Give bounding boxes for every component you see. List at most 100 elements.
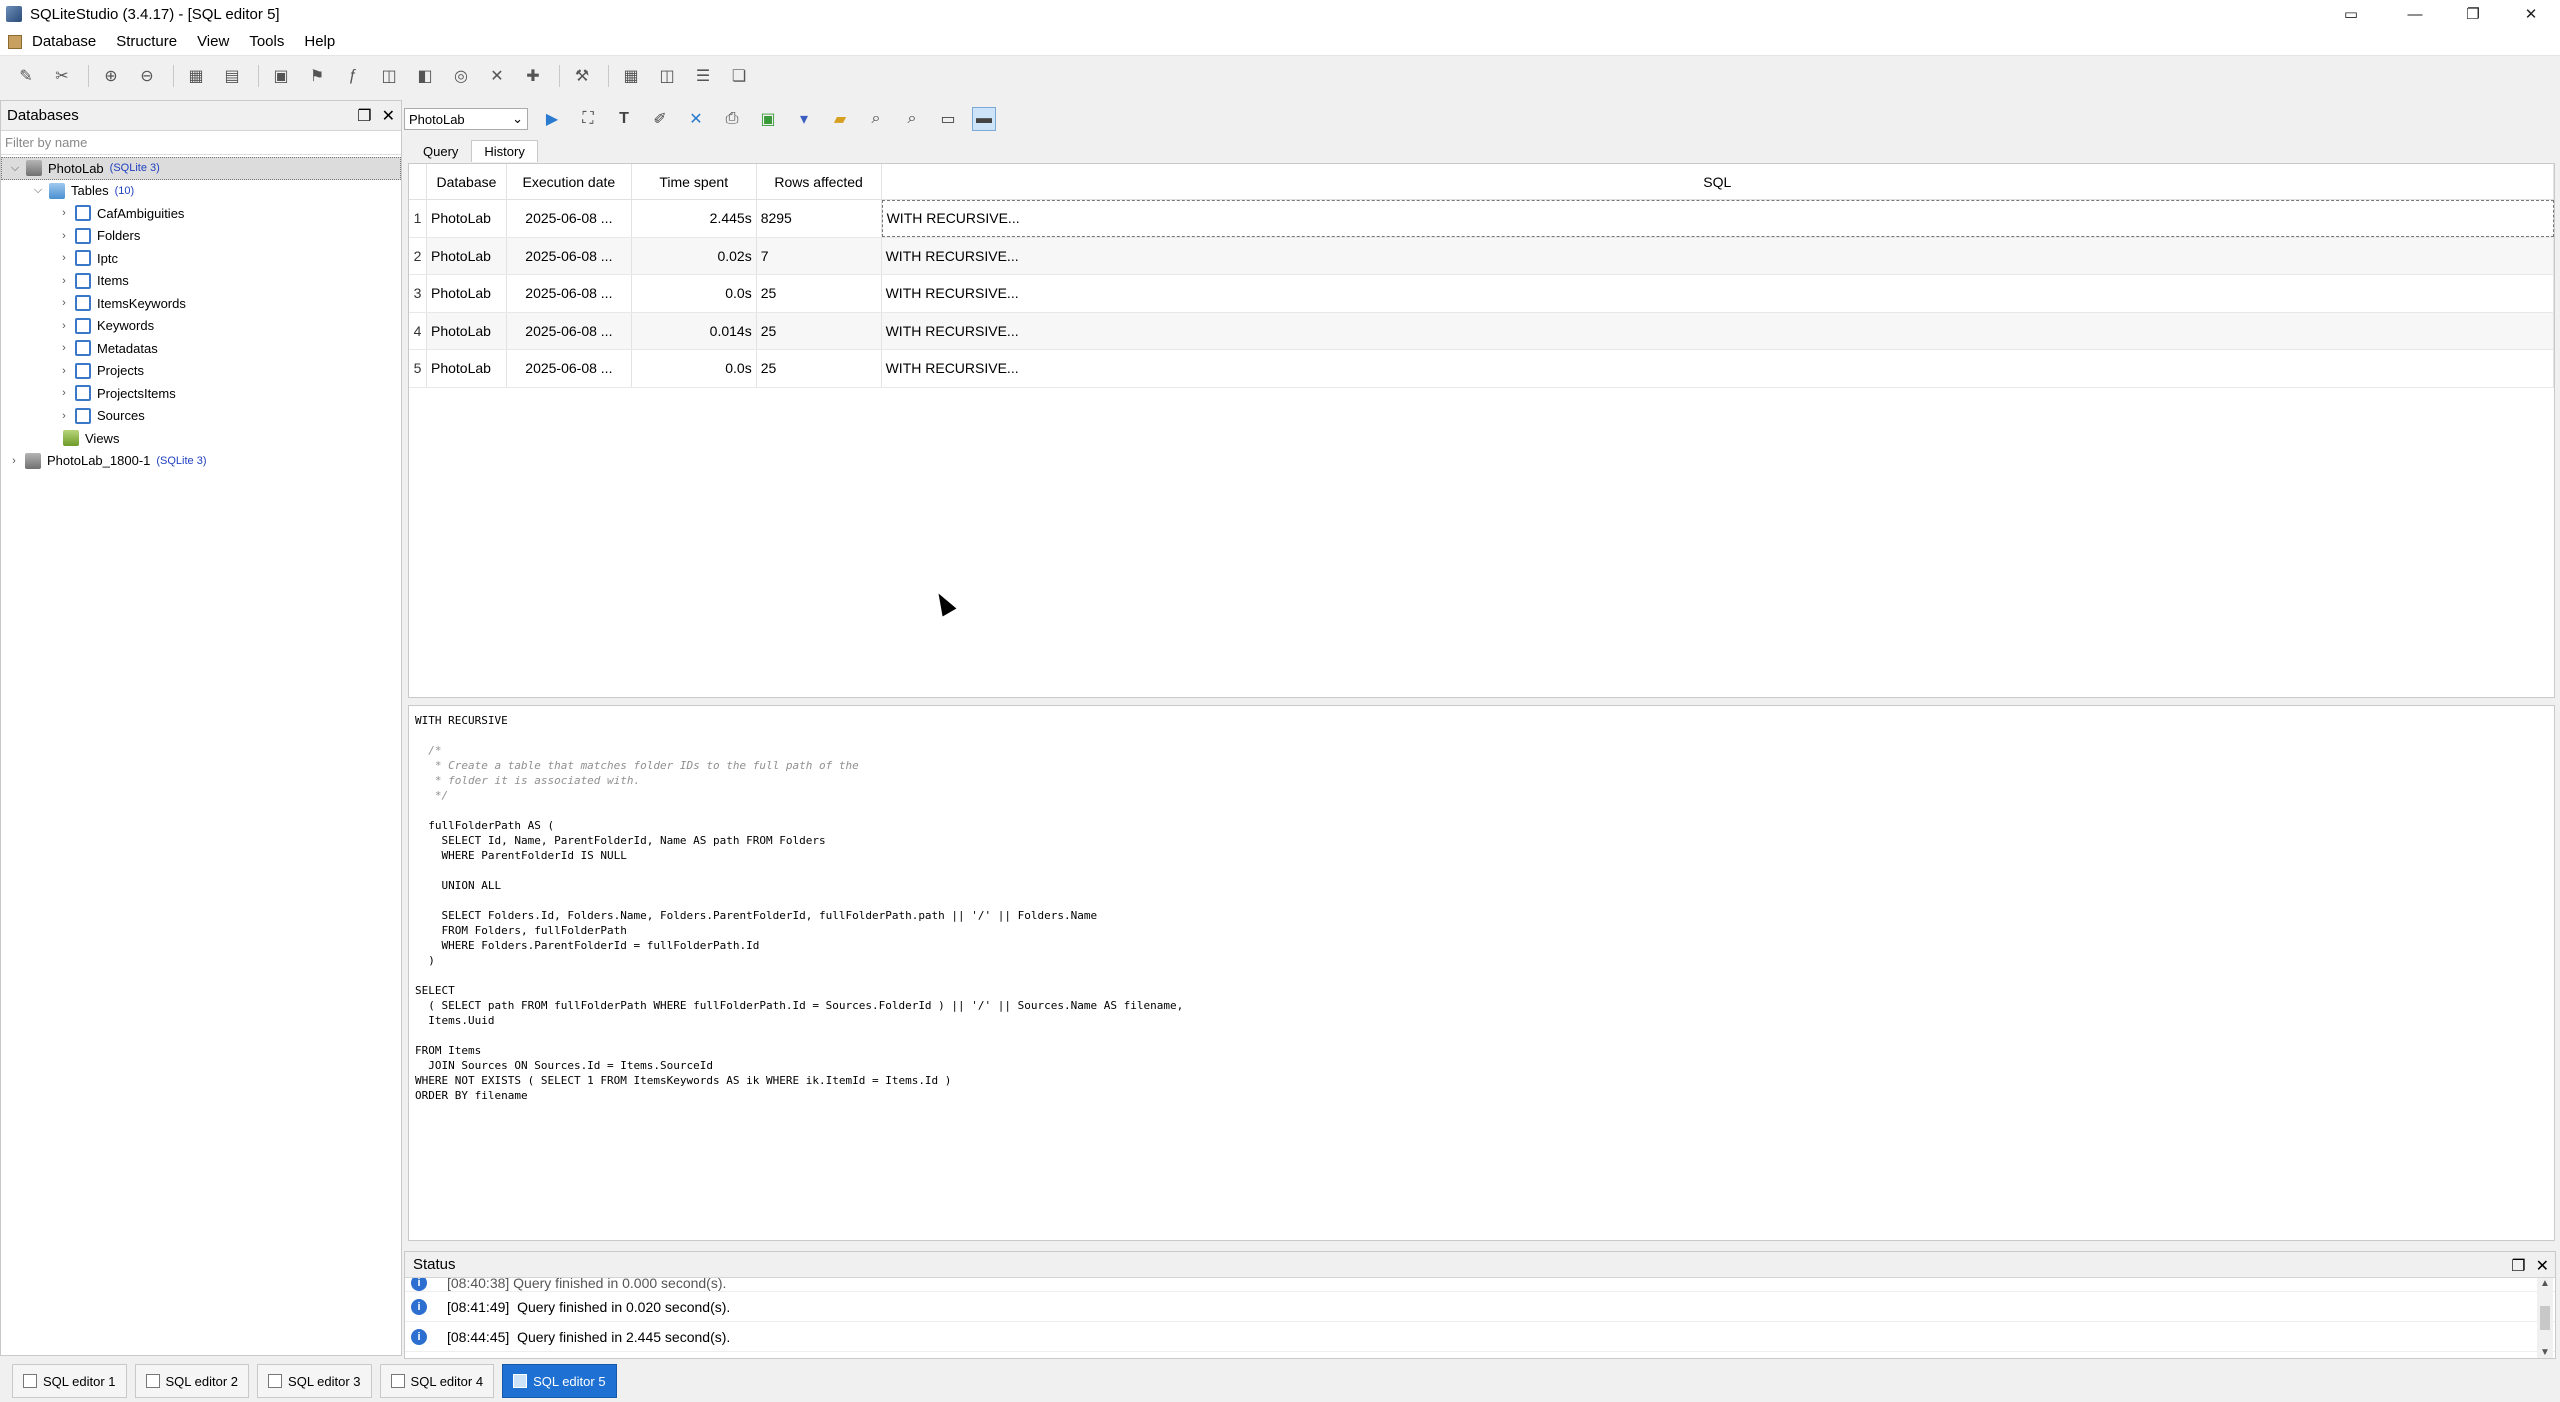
explain-query-icon[interactable]: ⛶ — [576, 107, 600, 131]
cell-sql[interactable]: WITH RECURSIVE... — [882, 275, 2554, 312]
tree-table-item[interactable]: › Folders — [1, 225, 401, 248]
tree-views[interactable]: Views — [1, 427, 401, 450]
cell-time[interactable]: 0.02s — [632, 237, 757, 274]
chevron-down-icon[interactable]: ▼ — [2540, 1347, 2550, 1358]
create-index-icon[interactable]: ▣ — [269, 64, 293, 88]
menu-tools[interactable]: Tools — [239, 33, 294, 50]
cell-time[interactable]: 0.014s — [632, 312, 757, 349]
window-tab-sql-editor-5[interactable]: SQL editor 5 — [502, 1364, 617, 1398]
window-tab-sql-editor-1[interactable]: SQL editor 1 — [12, 1364, 127, 1398]
menu-database[interactable]: Database — [22, 33, 106, 50]
print-icon[interactable]: ⎙ — [720, 107, 744, 131]
edit-database-icon[interactable]: ⊖ — [135, 64, 159, 88]
execute-query-icon[interactable]: ▶ — [540, 107, 564, 131]
cell-database[interactable]: PhotoLab — [427, 237, 507, 274]
disconnect-icon[interactable]: ✂ — [50, 64, 74, 88]
status-scrollbar[interactable]: ▲ ▼ — [2537, 1278, 2553, 1358]
minimize-button[interactable]: — — [2386, 0, 2444, 28]
save-icon[interactable]: ▾ — [792, 107, 816, 131]
tree-db-photolab-1800[interactable]: › PhotoLab_1800-1 (SQLite 3) — [1, 450, 401, 473]
chevron-right-icon[interactable]: › — [57, 252, 71, 264]
cell-sql[interactable]: WITH RECURSIVE... — [882, 350, 2554, 387]
settings-wrench-icon[interactable]: ⚒ — [570, 64, 594, 88]
float-panel-icon[interactable]: ❐ — [357, 106, 371, 126]
tree-tables[interactable]: ⌵ Tables (10) — [1, 180, 401, 203]
window-tab-sql-editor-2[interactable]: SQL editor 2 — [134, 1364, 250, 1398]
cell-date[interactable]: 2025-06-08 ... — [507, 312, 632, 349]
find-icon[interactable]: ⌕ — [864, 107, 888, 131]
tree-table-item[interactable]: › Items — [1, 270, 401, 293]
cell-rows[interactable]: 8295 — [757, 200, 882, 237]
table-row[interactable]: 4 PhotoLab 2025-06-08 ... 0.014s 25 WITH… — [409, 312, 2554, 350]
tree-table-item[interactable]: › CafAmbiguities — [1, 202, 401, 225]
chevron-right-icon[interactable]: › — [57, 410, 71, 422]
menu-view[interactable]: View — [187, 33, 239, 50]
cell-rows[interactable]: 7 — [757, 237, 882, 274]
view-icon[interactable]: ◫ — [377, 64, 401, 88]
cell-date[interactable]: 2025-06-08 ... — [507, 237, 632, 274]
tree-table-item[interactable]: › ItemsKeywords — [1, 292, 401, 315]
tree-table-item[interactable]: › Metadatas — [1, 337, 401, 360]
tree-table-item[interactable]: › Sources — [1, 405, 401, 428]
cell-date[interactable]: 2025-06-08 ... — [507, 275, 632, 312]
format-sql-icon[interactable]: T — [612, 107, 636, 131]
cell-rows[interactable]: 25 — [757, 350, 882, 387]
column-header-execution-date[interactable]: Execution date — [507, 164, 632, 199]
chevron-right-icon[interactable]: › — [57, 342, 71, 354]
find-replace-icon[interactable]: ⌕ — [900, 107, 924, 131]
float-panel-icon[interactable]: ❐ — [2511, 1256, 2525, 1276]
cell-time[interactable]: 0.0s — [632, 275, 757, 312]
cascade-windows-icon[interactable]: ❏ — [727, 64, 751, 88]
close-button[interactable]: ✕ — [2502, 0, 2560, 28]
table-row[interactable]: 1 PhotoLab 2025-06-08 ... 2.445s 8295 WI… — [409, 200, 2554, 238]
clear-history-icon[interactable]: ✐ — [648, 107, 672, 131]
tab-query[interactable]: Query — [410, 140, 471, 162]
window-tab-sql-editor-4[interactable]: SQL editor 4 — [379, 1364, 495, 1398]
tile-vertical-icon[interactable]: ☰ — [691, 64, 715, 88]
cell-database[interactable]: PhotoLab — [427, 200, 507, 237]
collapse-icon[interactable]: ✕ — [684, 107, 708, 131]
cell-sql[interactable]: WITH RECURSIVE... — [882, 312, 2554, 349]
window-tab-sql-editor-3[interactable]: SQL editor 3 — [257, 1364, 372, 1398]
extension-icon[interactable]: ◎ — [449, 64, 473, 88]
tab-history[interactable]: History — [471, 140, 538, 162]
tree-table-item[interactable]: › Projects — [1, 360, 401, 383]
snap-icon[interactable]: ▭ — [2316, 0, 2386, 28]
scroll-thumb[interactable] — [2540, 1306, 2550, 1330]
cell-time[interactable]: 2.445s — [632, 200, 757, 237]
cell-time[interactable]: 0.0s — [632, 350, 757, 387]
add-database-icon[interactable]: ⊕ — [99, 64, 123, 88]
function-icon[interactable]: ƒ — [341, 64, 365, 88]
restore-button[interactable]: ❐ — [2444, 0, 2502, 28]
create-table-icon[interactable]: ▦ — [184, 64, 208, 88]
table-row[interactable]: 5 PhotoLab 2025-06-08 ... 0.0s 25 WITH R… — [409, 350, 2554, 388]
open-file-icon[interactable]: ▰ — [828, 107, 852, 131]
column-header-sql[interactable]: SQL — [882, 164, 2554, 199]
table-row[interactable]: 3 PhotoLab 2025-06-08 ... 0.0s 25 WITH R… — [409, 275, 2554, 313]
collapse-all-icon[interactable]: ✚ — [521, 64, 545, 88]
tile-horizontal-icon[interactable]: ◫ — [655, 64, 679, 88]
menu-structure[interactable]: Structure — [106, 33, 187, 50]
results-tab-icon[interactable]: ▭ — [936, 107, 960, 131]
cell-database[interactable]: PhotoLab — [427, 350, 507, 387]
chevron-right-icon[interactable]: › — [57, 207, 71, 219]
close-panel-icon[interactable]: ✕ — [382, 106, 395, 126]
tree-table-item[interactable]: › ProjectsItems — [1, 382, 401, 405]
chevron-up-icon[interactable]: ▲ — [2540, 1278, 2550, 1289]
tree-table-item[interactable]: › Iptc — [1, 247, 401, 270]
connect-icon[interactable]: ✎ — [14, 64, 38, 88]
filter-input[interactable]: Filter by name — [1, 133, 401, 155]
tree-table-item[interactable]: › Keywords — [1, 315, 401, 338]
column-header-database[interactable]: Database — [427, 164, 507, 199]
close-panel-icon[interactable]: ✕ — [2536, 1256, 2549, 1276]
chevron-down-icon[interactable]: ⌵ — [8, 162, 22, 175]
cell-rows[interactable]: 25 — [757, 312, 882, 349]
column-header-rows-affected[interactable]: Rows affected — [757, 164, 882, 199]
cell-database[interactable]: PhotoLab — [427, 312, 507, 349]
tree-db-photolab[interactable]: ⌵ PhotoLab (SQLite 3) — [1, 157, 401, 180]
chevron-right-icon[interactable]: › — [57, 297, 71, 309]
tile-windows-icon[interactable]: ▦ — [619, 64, 643, 88]
chevron-down-icon[interactable]: ⌵ — [31, 184, 45, 197]
cell-database[interactable]: PhotoLab — [427, 275, 507, 312]
edit-table-icon[interactable]: ▤ — [220, 64, 244, 88]
